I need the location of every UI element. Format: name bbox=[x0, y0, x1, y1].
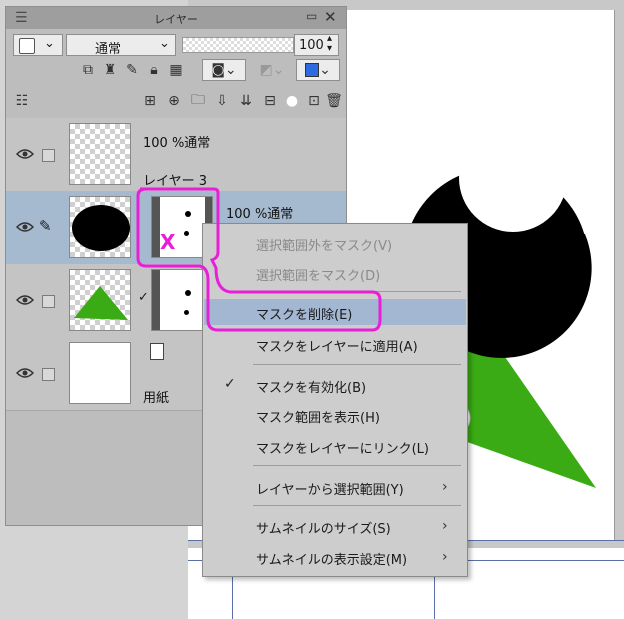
menu-item-delete-mask[interactable]: マスクを削除(E) bbox=[204, 299, 466, 325]
combine-icon[interactable]: ⊟ bbox=[260, 91, 280, 111]
merge-down-icon[interactable]: ⇊ bbox=[236, 91, 256, 111]
lock-checkbox[interactable] bbox=[42, 368, 55, 381]
layer-color-select[interactable]: ⌄ bbox=[296, 59, 340, 81]
menu-item-thumbnail-size[interactable]: サムネイルのサイズ(S) › bbox=[204, 513, 466, 539]
mask-icon[interactable]: ● bbox=[282, 91, 302, 111]
chevron-right-icon: › bbox=[442, 549, 448, 565]
eye-icon[interactable] bbox=[16, 221, 34, 233]
eye-icon[interactable] bbox=[16, 367, 34, 379]
color-mode-select[interactable]: ⌄ bbox=[13, 34, 63, 56]
layer-thumbnail bbox=[69, 196, 131, 258]
trash-icon[interactable]: 🗑︎ bbox=[324, 91, 344, 111]
menu-item-enable-mask[interactable]: ✓ マスクを有効化(B) bbox=[204, 372, 466, 398]
layer-name: 用紙 bbox=[143, 391, 170, 406]
menu-item-thumbnail-display[interactable]: サムネイルの表示設定(M) › bbox=[204, 544, 466, 570]
layer-opacity-mode: 100 %通常 bbox=[143, 136, 211, 151]
layer-thumbnail bbox=[69, 123, 131, 185]
lock-checkbox[interactable] bbox=[42, 149, 55, 162]
context-menu: 選択範囲外をマスク(V) 選択範囲をマスク(D) マスクを削除(E) マスクをレ… bbox=[202, 223, 468, 577]
layer-color-off-icon[interactable]: ◩⌄ bbox=[254, 60, 290, 80]
lock-icon[interactable]: 🔒︎ bbox=[144, 60, 164, 80]
menu-separator bbox=[253, 505, 461, 506]
reference-layer-icon[interactable]: ♜ bbox=[100, 60, 120, 80]
layer-thumbnail bbox=[69, 342, 131, 404]
square-icon bbox=[19, 38, 35, 54]
layer-opacity-mode: 100 %通常 bbox=[226, 207, 294, 222]
layer-row[interactable]: 100 %通常 レイヤー 3 bbox=[6, 118, 346, 192]
menu-item-apply-mask[interactable]: マスクをレイヤーに適用(A) bbox=[204, 331, 466, 357]
transfer-down-icon[interactable]: ⇩ bbox=[212, 91, 232, 111]
blend-mode-select[interactable]: 通常 ⌄ bbox=[66, 34, 176, 57]
draft-layer-icon[interactable]: ✎ bbox=[122, 60, 142, 80]
layer-name: レイヤー 3 bbox=[143, 174, 208, 189]
layer-thumbnail bbox=[69, 269, 131, 331]
apply-mask-icon[interactable]: ⊡ bbox=[304, 91, 324, 111]
new-folder-icon[interactable]: 🗀︎ bbox=[188, 91, 208, 111]
lock-checkbox[interactable] bbox=[42, 295, 55, 308]
chevron-right-icon: › bbox=[442, 479, 448, 495]
new-raster-layer-icon[interactable]: ⊞ bbox=[140, 91, 160, 111]
menu-item-selection-from-layer[interactable]: レイヤーから選択範囲(Y) › bbox=[204, 474, 466, 500]
chevron-right-icon: › bbox=[442, 518, 448, 534]
circle-cutout bbox=[459, 124, 567, 232]
new-vector-layer-icon[interactable]: ⊕ bbox=[164, 91, 184, 111]
pen-icon: ✎ bbox=[39, 217, 52, 235]
eye-icon[interactable] bbox=[16, 148, 34, 160]
mask-mode-select[interactable]: ◙⌄ bbox=[202, 59, 246, 81]
menu-item-link-mask[interactable]: マスクをレイヤーにリンク(L) bbox=[204, 433, 466, 459]
chevron-down-icon: ⌄ bbox=[159, 36, 170, 51]
opacity-slider[interactable] bbox=[182, 37, 294, 53]
opacity-input[interactable]: 100 ▴ ▾ bbox=[294, 34, 339, 56]
menu-item-mask-outside-selection[interactable]: 選択範囲外をマスク(V) bbox=[204, 230, 466, 256]
close-icon[interactable]: ✕ bbox=[324, 8, 337, 26]
paper-icon bbox=[150, 343, 164, 360]
checkmark-icon: ✓ bbox=[224, 376, 236, 392]
menu-separator bbox=[253, 291, 461, 292]
menu-separator bbox=[253, 364, 461, 365]
panel-titlebar[interactable]: ☰ レイヤー ▭ ✕ bbox=[6, 7, 346, 29]
collapse-icon[interactable]: ▭ bbox=[306, 9, 317, 23]
blend-mode-value: 通常 bbox=[95, 42, 122, 57]
stepper-icon[interactable]: ▴ ▾ bbox=[327, 34, 332, 54]
panel-title: レイヤー bbox=[154, 13, 198, 26]
menu-separator bbox=[253, 465, 461, 466]
opacity-value: 100 bbox=[299, 38, 324, 53]
eye-icon[interactable] bbox=[16, 294, 34, 306]
chevron-down-icon: ⌄ bbox=[44, 36, 55, 51]
lock-transparency-icon[interactable]: ▦ bbox=[166, 60, 186, 80]
clip-icon[interactable]: ⧉ bbox=[78, 60, 98, 80]
layer-list-icon[interactable]: ☷ bbox=[12, 91, 32, 111]
menu-item-mask-selection[interactable]: 選択範囲をマスク(D) bbox=[204, 260, 466, 286]
checkmark-icon: ✓ bbox=[138, 290, 149, 305]
menu-item-show-mask-area[interactable]: マスク範囲を表示(H) bbox=[204, 402, 466, 428]
